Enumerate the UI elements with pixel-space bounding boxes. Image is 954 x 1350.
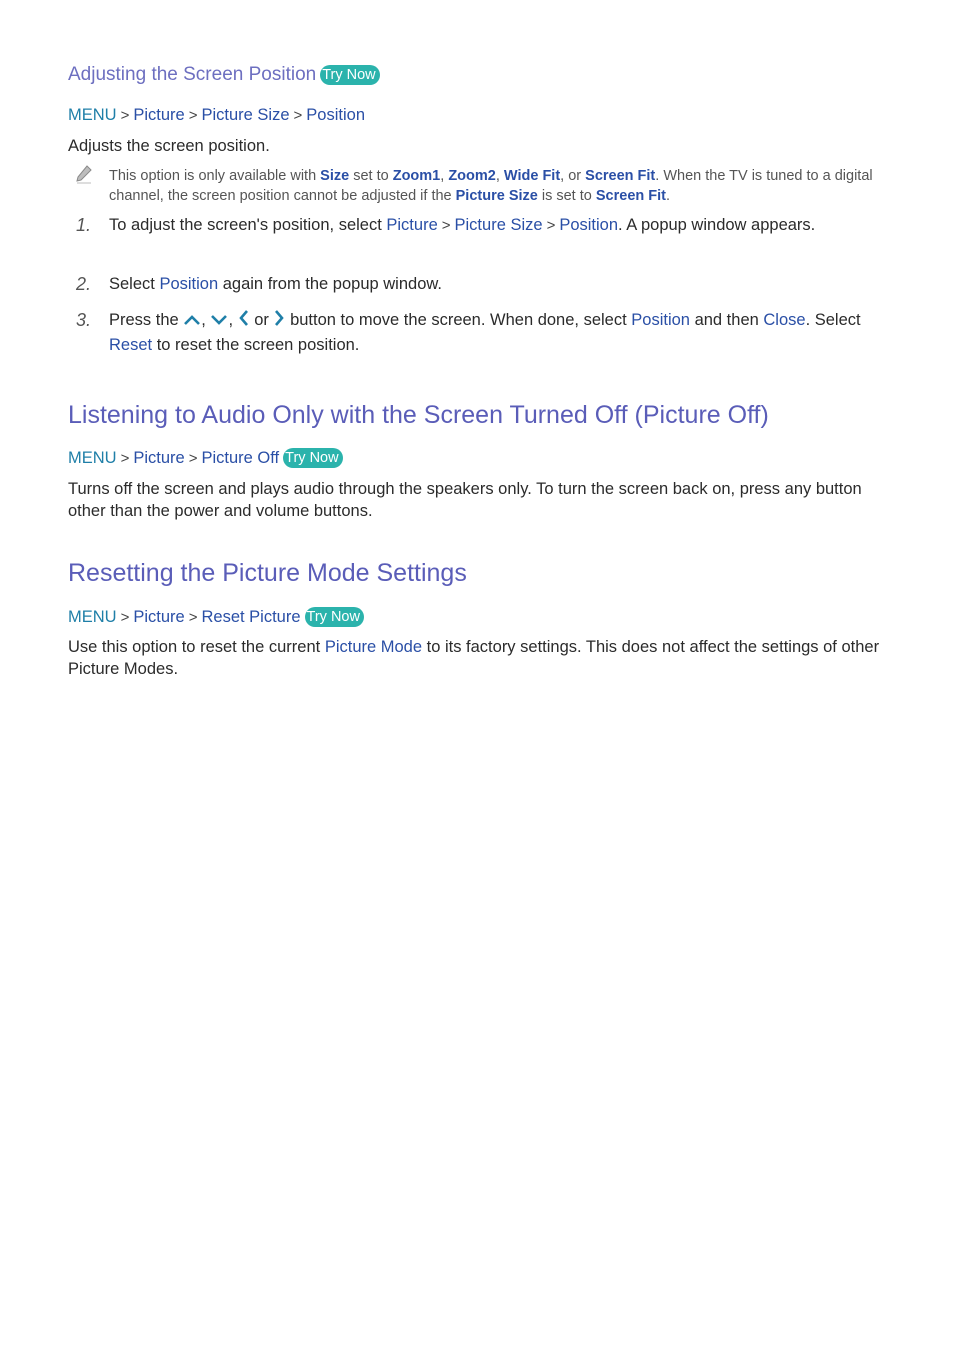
section-description: Use this option to reset the current Pic… — [68, 638, 880, 678]
step-number: 3. — [76, 310, 92, 330]
step-text: Press the , , or button to move the scre… — [109, 310, 861, 354]
chevron-up-icon — [184, 315, 201, 325]
chevron-right-icon — [275, 310, 285, 326]
menu-path-root[interactable]: MENU — [68, 106, 117, 124]
chevron-right-icon: > — [120, 107, 130, 124]
keyword: Zoom2 — [448, 168, 496, 184]
keyword: Picture Size — [455, 188, 538, 204]
section-description: Turns off the screen and plays audio thr… — [68, 480, 862, 520]
step-text: To adjust the screen's position, select … — [109, 216, 816, 234]
chevron-right-icon: > — [188, 450, 198, 467]
menu-path-item[interactable]: Picture — [133, 106, 184, 124]
keyword: Picture — [386, 216, 438, 234]
try-now-button[interactable]: Try Now — [304, 607, 364, 627]
section-heading-screen-position: Adjusting the Screen Position Try Now — [68, 64, 380, 86]
keyword: Picture Size — [454, 216, 543, 234]
menu-path-item[interactable]: Reset Picture — [201, 608, 300, 626]
menu-path-item[interactable]: Picture — [133, 608, 184, 626]
chevron-right-icon: > — [441, 217, 451, 234]
menu-path: MENU > Picture > Picture Size > Position — [68, 106, 365, 125]
keyword: Reset — [109, 336, 153, 354]
menu-path: MENU > Picture > Picture Off Try Now — [68, 448, 343, 468]
keyword: Position — [559, 216, 619, 234]
step-text: Select Position again from the popup win… — [109, 275, 442, 293]
menu-path-item[interactable]: Picture — [133, 449, 184, 467]
try-now-button[interactable]: Try Now — [320, 65, 380, 85]
pencil-icon — [76, 165, 92, 184]
try-now-button[interactable]: Try Now — [283, 448, 343, 468]
chevron-right-icon: > — [120, 450, 130, 467]
menu-path: MENU > Picture > Reset Picture Try Now — [68, 607, 364, 627]
keyword: Position — [631, 311, 690, 329]
chevron-right-icon: > — [188, 107, 198, 124]
keyword: Position — [159, 275, 219, 293]
keyword: Zoom1 — [392, 168, 441, 184]
step-number: 1. — [76, 215, 92, 235]
menu-path-item[interactable]: Position — [306, 106, 365, 124]
menu-path-item[interactable]: Picture Size — [201, 106, 289, 124]
keyword: Wide Fit — [503, 168, 561, 184]
heading-text: Adjusting the Screen Position — [68, 64, 317, 85]
section-description: Adjusts the screen position. — [68, 137, 270, 155]
menu-path-root[interactable]: MENU — [68, 449, 117, 467]
note-text: This option is only available with Size … — [109, 168, 873, 204]
keyword: Picture Mode — [324, 638, 423, 656]
chevron-right-icon: > — [188, 609, 198, 626]
keyword: Screen Fit — [585, 168, 656, 184]
keyword: Size — [320, 168, 350, 184]
chevron-right-icon: > — [120, 609, 130, 626]
keyword: Close — [763, 311, 806, 329]
chevron-right-icon: > — [293, 107, 303, 124]
menu-path-root[interactable]: MENU — [68, 608, 117, 626]
keyword: Screen Fit — [595, 188, 666, 204]
chevron-right-icon: > — [546, 217, 556, 234]
menu-path-item[interactable]: Picture Off — [201, 449, 279, 467]
step-number: 2. — [76, 274, 92, 294]
chevron-left-icon — [238, 310, 248, 326]
section-heading-reset-picture: Resetting the Picture Mode Settings — [68, 559, 467, 587]
chevron-down-icon — [211, 315, 228, 325]
section-heading-picture-off: Listening to Audio Only with the Screen … — [68, 401, 769, 429]
